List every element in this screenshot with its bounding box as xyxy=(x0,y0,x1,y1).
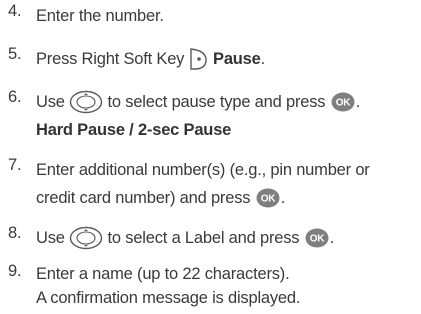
navigation-key-icon xyxy=(69,226,103,250)
step-number: 4. xyxy=(8,2,22,20)
step-text-suffix: . xyxy=(355,93,361,111)
ok-key-icon: OK xyxy=(255,187,281,209)
step-text-line-1: Use to select pause type and press OK . xyxy=(36,88,418,116)
step-text-suffix: . xyxy=(329,229,335,247)
step-text-mid: to select pause type and press xyxy=(107,93,326,111)
step-text-prefix: credit card number) and press xyxy=(36,189,251,207)
step-text-prefix: Press Right Soft Key xyxy=(36,50,185,68)
step-text-prefix: Use xyxy=(36,229,65,247)
step-text-mid: to select a Label and press xyxy=(107,229,300,247)
step-number: 7. xyxy=(8,156,22,174)
step-text: Press Right Soft Key Pause. xyxy=(36,45,418,73)
ok-key-label: OK xyxy=(260,193,276,204)
step-text-line-2: credit card number) and press OK . xyxy=(36,184,418,212)
step-text-line-1: Enter additional number(s) (e.g., pin nu… xyxy=(36,161,370,179)
step-text: Enter the number. xyxy=(36,7,164,25)
step-number: 9. xyxy=(8,262,22,280)
step-text-line-1: Enter a name (up to 22 characters). xyxy=(36,265,290,283)
step-number: 8. xyxy=(8,224,22,242)
step-text-suffix: . xyxy=(260,50,266,68)
ok-key-label: OK xyxy=(309,233,325,244)
pause-type-options: Hard Pause / 2-sec Pause xyxy=(36,121,232,139)
step-number: 5. xyxy=(8,45,22,63)
step-text-prefix: Use xyxy=(36,93,65,111)
ok-key-icon: OK xyxy=(304,227,330,249)
step-text: Use to select a Label and press OK . xyxy=(36,224,418,252)
step-text-line-2: A confirmation message is displayed. xyxy=(36,289,301,307)
pause-label: Pause xyxy=(213,50,261,68)
step-text-suffix: . xyxy=(280,189,286,207)
ok-key-icon: OK xyxy=(330,91,356,113)
step-number: 6. xyxy=(8,88,22,106)
navigation-key-icon xyxy=(69,90,103,114)
ok-key-label: OK xyxy=(335,97,351,108)
right-soft-key-icon xyxy=(189,47,209,71)
